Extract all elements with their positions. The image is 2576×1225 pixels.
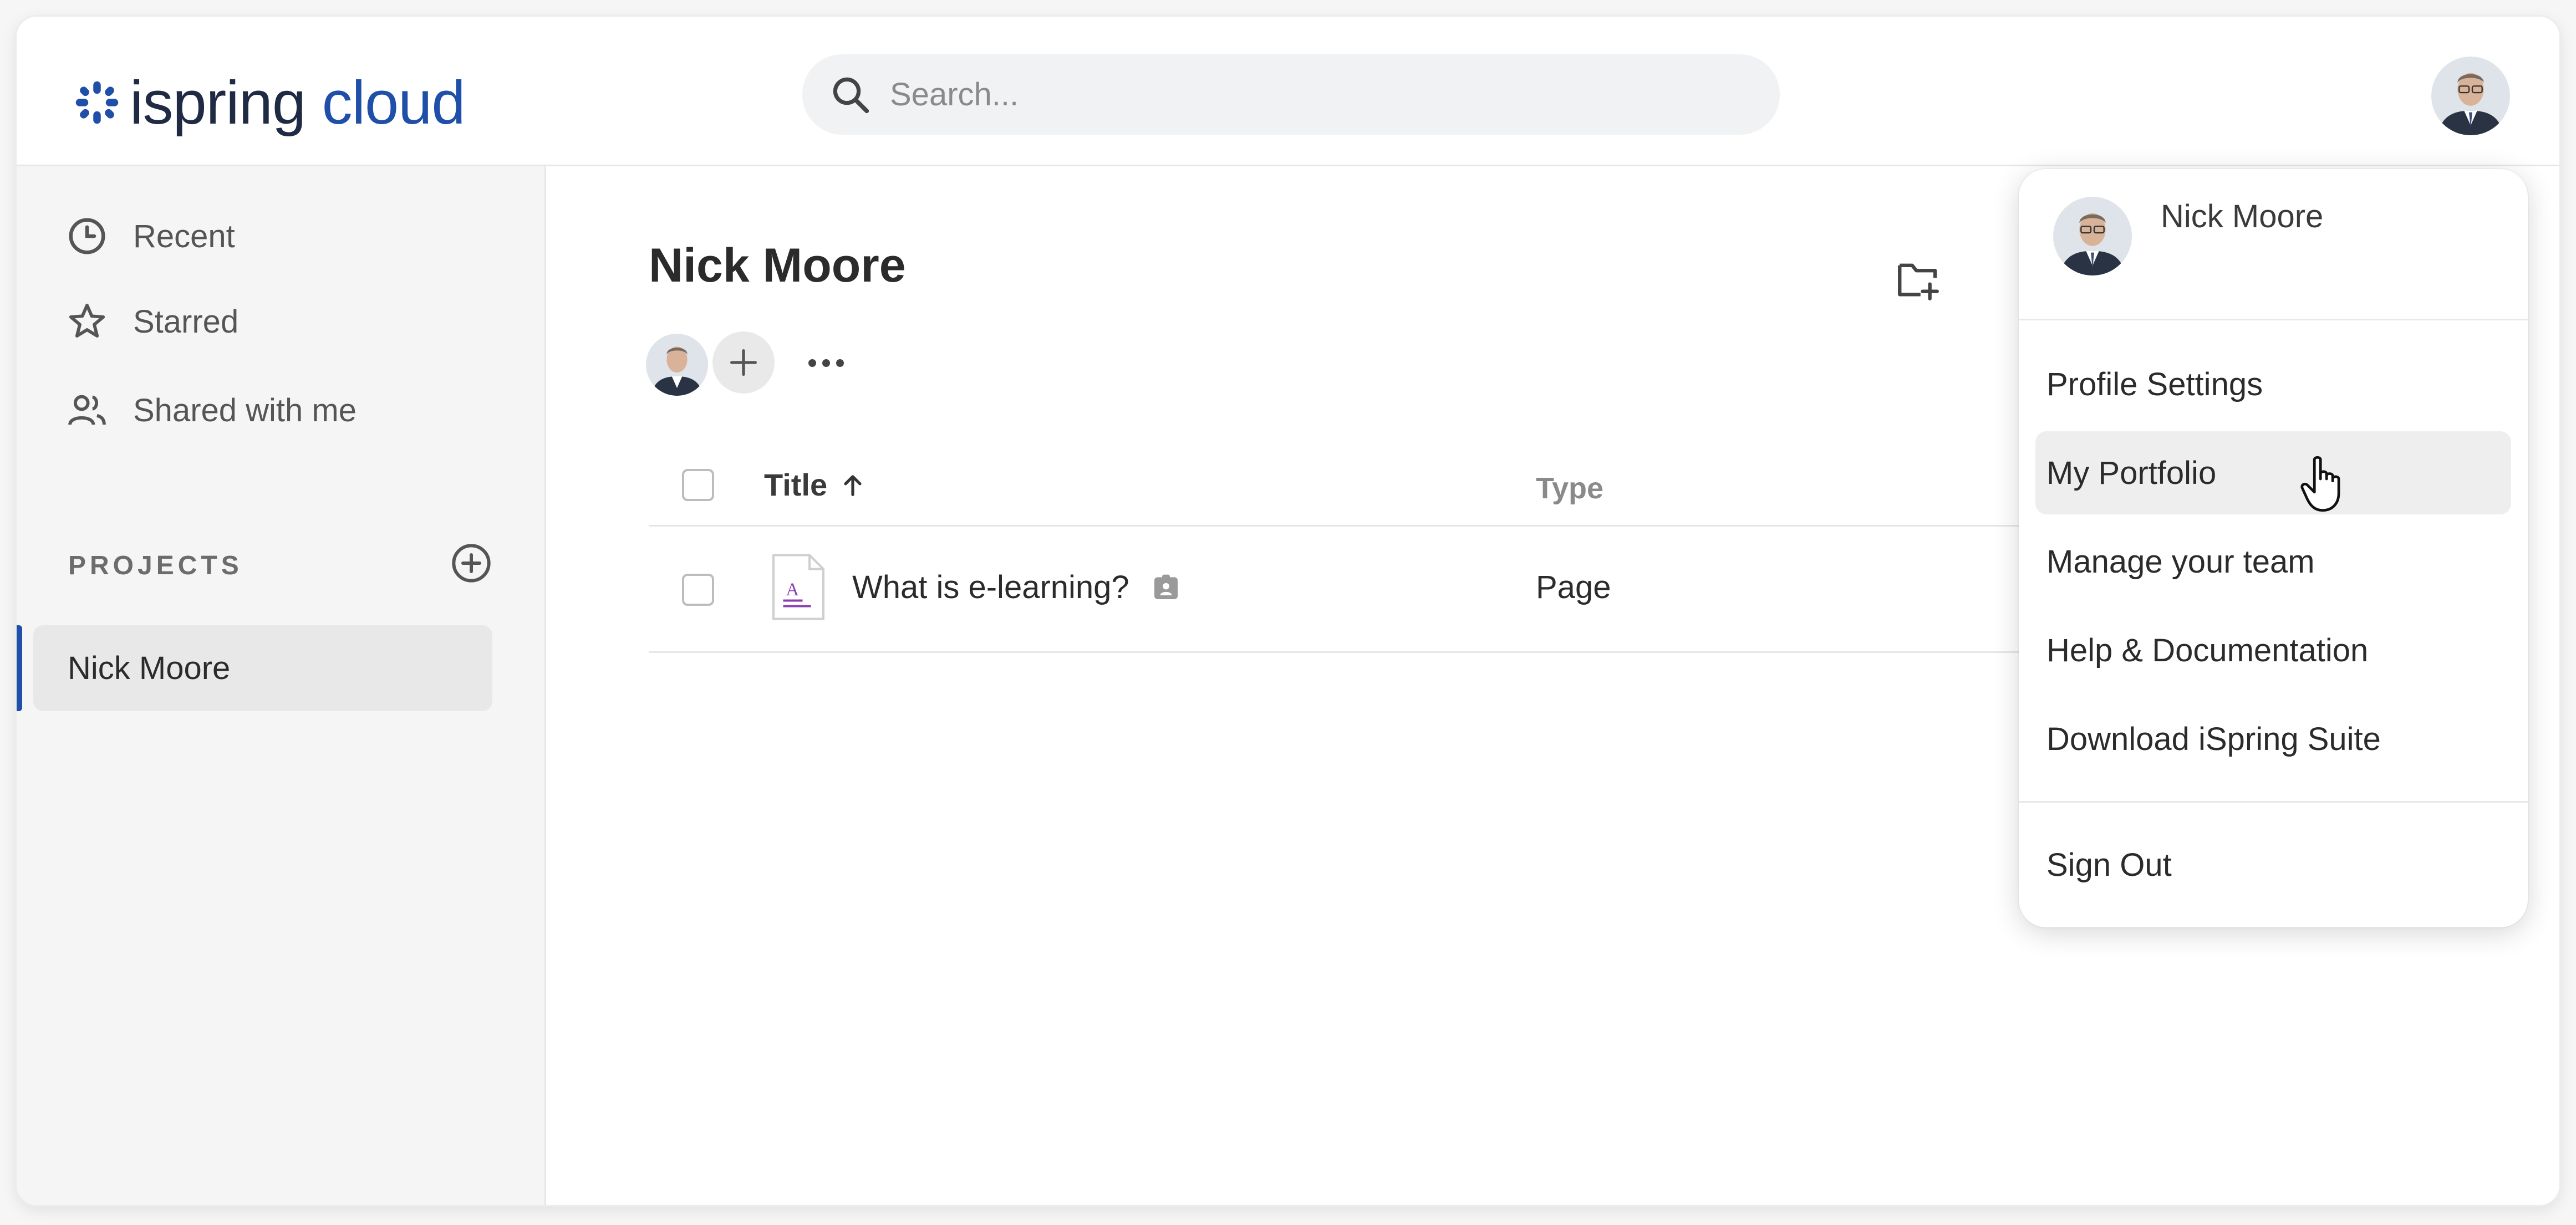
sidebar-item-label: Starred xyxy=(133,303,239,340)
plus-icon xyxy=(730,349,757,376)
sidebar-item-shared-with-me[interactable]: Shared with me xyxy=(65,382,357,438)
row-title-text: What is e-learning? xyxy=(852,569,1129,605)
menu-divider xyxy=(2019,319,2528,320)
star-icon xyxy=(69,303,105,338)
project-label: Nick Moore xyxy=(68,650,231,686)
table-header: Title Type xyxy=(649,443,2035,527)
user-menu-dropdown: Nick Moore Profile Settings My Portfolio… xyxy=(2019,169,2528,927)
menu-item-label: Profile Settings xyxy=(2046,366,2263,402)
row-type: Page xyxy=(1536,569,1611,605)
menu-item-manage-your-team[interactable]: Manage your team xyxy=(2035,520,2511,603)
clock-icon xyxy=(69,218,105,254)
people-icon xyxy=(68,395,106,425)
svg-text:A: A xyxy=(786,580,800,600)
menu-item-label: Sign Out xyxy=(2046,846,2172,883)
sidebar: Recent Starred Shared with me PROJECTS N… xyxy=(17,166,546,1205)
sidebar-item-starred[interactable]: Starred xyxy=(65,294,238,349)
logo-text: ispring cloud xyxy=(130,68,466,138)
column-header-type[interactable]: Type xyxy=(1536,471,1603,506)
dropdown-user-name: Nick Moore xyxy=(2161,198,2324,234)
add-circle-icon[interactable] xyxy=(449,541,493,585)
logo-word-ispring: ispring xyxy=(130,68,306,137)
menu-item-label: My Portfolio xyxy=(2046,455,2217,491)
page-document-icon: A xyxy=(772,554,824,620)
menu-item-my-portfolio[interactable]: My Portfolio xyxy=(2035,431,2511,514)
sidebar-project-nick-moore[interactable]: Nick Moore xyxy=(33,625,492,711)
page-title: Nick Moore xyxy=(649,239,906,292)
ispring-logo[interactable]: ispring cloud xyxy=(72,69,466,137)
add-member-button[interactable] xyxy=(712,331,775,394)
select-all-checkbox[interactable] xyxy=(682,469,714,501)
hand-pointer-cursor-icon xyxy=(2300,456,2340,512)
projects-heading: PROJECTS xyxy=(68,551,243,580)
menu-item-help-documentation[interactable]: Help & Documentation xyxy=(2035,609,2511,692)
user-avatar[interactable] xyxy=(2431,57,2510,135)
logo-word-cloud: cloud xyxy=(322,68,466,137)
row-checkbox[interactable] xyxy=(682,574,714,606)
menu-item-label: Help & Documentation xyxy=(2046,632,2369,668)
ispring-logo-icon xyxy=(75,81,119,124)
private-lock-icon xyxy=(1154,574,1178,599)
app-window: ispring cloud Search... Recent Starred S… xyxy=(17,17,2559,1205)
sidebar-item-label: Recent xyxy=(133,218,235,254)
more-options-icon[interactable] xyxy=(804,346,848,380)
search-bar[interactable] xyxy=(802,54,1780,135)
column-header-title[interactable]: Title xyxy=(764,467,867,503)
member-avatar[interactable] xyxy=(646,334,708,396)
menu-item-profile-settings[interactable]: Profile Settings xyxy=(2035,343,2511,426)
new-folder-icon[interactable] xyxy=(1893,255,1943,305)
menu-divider xyxy=(2019,801,2528,803)
table-row[interactable]: A What is e-learning? Page xyxy=(649,527,2035,653)
menu-item-label: Download iSpring Suite xyxy=(2046,721,2381,757)
sidebar-item-label: Shared with me xyxy=(133,392,357,428)
menu-item-download-ispring-suite[interactable]: Download iSpring Suite xyxy=(2035,697,2511,780)
search-input[interactable] xyxy=(889,75,1723,114)
menu-item-sign-out[interactable]: Sign Out xyxy=(2035,823,2511,906)
column-title-label: Title xyxy=(764,467,828,502)
sort-ascending-icon xyxy=(844,474,862,496)
sidebar-item-recent[interactable]: Recent xyxy=(65,208,235,264)
dropdown-user-avatar xyxy=(2053,197,2132,275)
top-header: ispring cloud xyxy=(17,17,2559,166)
row-title[interactable]: What is e-learning? xyxy=(852,569,1182,606)
menu-item-label: Manage your team xyxy=(2046,543,2315,580)
selected-project-indicator xyxy=(17,625,22,711)
search-icon xyxy=(833,77,869,113)
